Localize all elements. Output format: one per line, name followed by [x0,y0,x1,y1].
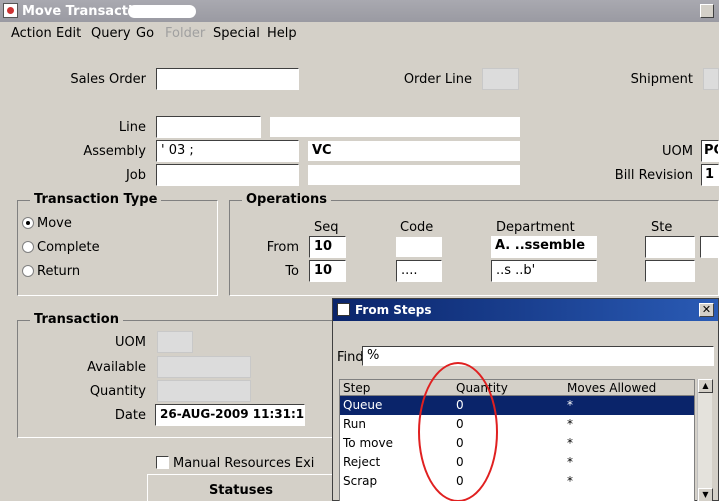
complete-radio[interactable] [22,241,34,253]
from-steps-title: From Steps [355,303,432,317]
app-icon [3,3,18,18]
from-seq-field[interactable]: 10 [309,236,346,258]
line-field[interactable] [156,116,261,138]
assembly-label: Assembly [83,144,146,159]
operations-title: Operations [242,192,331,207]
scroll-up-icon[interactable]: ▲ [698,379,713,393]
annotation-ellipse [418,362,498,501]
sales-order-field[interactable] [156,68,299,90]
moves-allowed-column-header[interactable]: Moves Allowed [567,381,656,395]
complete-radio-label[interactable]: Complete [37,240,100,255]
assembly-field[interactable]: ' 03 ; [156,140,299,162]
manual-resources-checkbox[interactable] [156,456,169,469]
step-cell: Reject [343,455,381,469]
from-steps-dialog: From Steps ✕ Find % Step Quantity Moves … [332,298,719,501]
line-description-field [270,117,520,137]
table-row[interactable]: Scrap 0 * [340,472,694,491]
to-label: To [285,264,299,279]
return-radio[interactable] [22,265,34,277]
uom-label: UOM [662,144,693,159]
table-row[interactable]: Reject 0 * [340,453,694,472]
menu-edit[interactable]: Edit [56,26,81,41]
return-radio-label[interactable]: Return [37,264,80,279]
move-radio[interactable] [22,217,34,229]
step-column-header[interactable]: Step [343,381,370,395]
menu-go[interactable]: Go [136,26,154,41]
sales-order-label: Sales Order [70,72,146,87]
transaction-uom-field[interactable] [157,331,193,353]
step-cell: Queue [343,398,383,412]
step-cell: To move [343,436,393,450]
from-step-field[interactable] [645,236,695,258]
job-label: Job [125,168,146,183]
find-input[interactable]: % [362,346,714,366]
shipment-field[interactable] [703,68,719,90]
from-steps-titlebar: From Steps ✕ [333,299,718,321]
menu-folder[interactable]: Folder [165,26,205,41]
to-department-field[interactable]: ..s ..b' [491,260,597,282]
seq-column-header: Seq [314,220,339,235]
job-description-field [308,165,520,185]
step-cell: Run [343,417,367,431]
from-department-field[interactable]: A. ..ssemble [491,236,597,258]
date-label: Date [114,408,146,423]
scroll-down-icon[interactable]: ▼ [698,488,713,501]
manual-resources-label: Manual Resources Exi [173,456,315,471]
moves-cell: * [567,398,573,412]
to-code-field[interactable]: .... [396,260,442,282]
menu-special[interactable]: Special [213,26,260,41]
transaction-uom-label: UOM [115,335,146,350]
step-cell: Scrap [343,474,378,488]
window-titlebar: Move Transactions [0,0,719,22]
to-step-field[interactable] [645,260,695,282]
shipment-label: Shipment [630,72,693,87]
bill-revision-label: Bill Revision [614,168,693,183]
close-icon[interactable]: ✕ [699,303,714,317]
minimize-icon[interactable] [700,4,714,18]
order-line-field[interactable] [482,68,519,90]
to-seq-field[interactable]: 10 [309,260,346,282]
menu-help[interactable]: Help [267,26,297,41]
bill-revision-field[interactable]: 1 [701,164,719,186]
department-column-header: Department [496,220,575,235]
moves-cell: * [567,474,573,488]
moves-cell: * [567,455,573,469]
code-column-header: Code [400,220,434,235]
dialog-app-icon [337,303,350,316]
menu-query[interactable]: Query [91,26,131,41]
available-label: Available [87,360,146,375]
steps-grid-header: Step Quantity Moves Allowed [340,380,694,396]
move-radio-label[interactable]: Move [37,216,72,231]
statuses-button[interactable]: Statuses [147,474,335,501]
steps-grid: Step Quantity Moves Allowed Queue 0 * Ru… [339,379,695,501]
table-row[interactable]: Queue 0 * [340,396,694,415]
quantity-label: Quantity [89,384,146,399]
quantity-field[interactable] [157,380,251,402]
order-line-label: Order Line [403,72,472,87]
redaction-mark [128,5,196,18]
job-field[interactable] [156,164,299,186]
date-field[interactable]: 26-AUG-2009 11:31:10 [155,404,305,426]
transaction-title: Transaction [30,312,123,327]
line-label: Line [118,120,146,135]
menu-action[interactable]: Action [11,26,52,41]
moves-cell: * [567,436,573,450]
available-field [157,356,251,378]
assembly-description-field: VC [308,141,520,161]
menu-bar: Action Edit Query Go Folder Special Help [0,22,719,44]
from-code-field[interactable] [396,237,442,257]
uom-field[interactable]: PC [701,140,719,162]
find-label: Find [337,350,364,365]
step-column-header: Ste [651,220,673,235]
transaction-type-title: Transaction Type [30,192,162,207]
table-row[interactable]: To move 0 * [340,434,694,453]
from-step-extra-field[interactable] [700,236,719,258]
from-label: From [266,240,299,255]
table-row[interactable]: Run 0 * [340,415,694,434]
moves-cell: * [567,417,573,431]
steps-scrollbar[interactable]: ▲ ▼ [697,379,713,501]
